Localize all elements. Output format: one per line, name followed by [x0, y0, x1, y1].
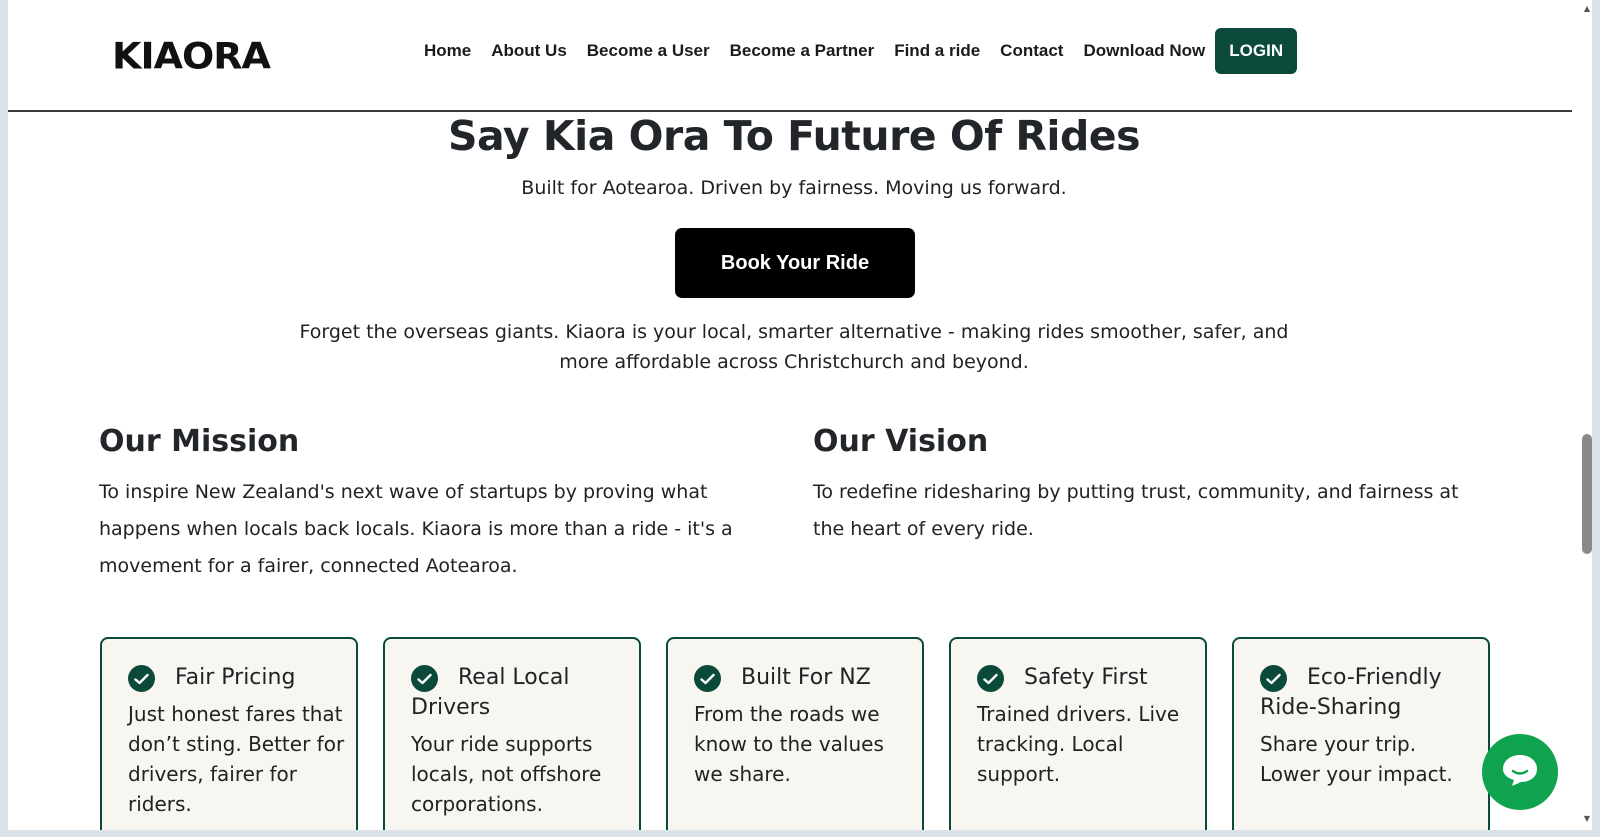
nav-become-partner[interactable]: Become a Partner: [730, 41, 875, 61]
window-bottom-edge: [0, 830, 1600, 837]
chat-button[interactable]: [1482, 734, 1558, 810]
hero-subtitle: Built for Aotearoa. Driven by fairness. …: [521, 177, 1067, 199]
chat-bubble-icon: [1500, 752, 1540, 792]
check-icon: [128, 665, 155, 692]
mission-text: To inspire New Zealand's next wave of st…: [99, 481, 733, 577]
feature-card-fair-pricing: Fair Pricing Just honest fares that don’…: [100, 637, 358, 830]
feature-title: Eco-Friendly Ride-Sharing: [1260, 665, 1442, 720]
feature-title: Real Local Drivers: [411, 665, 570, 720]
scroll-down-icon[interactable]: ▼: [1582, 814, 1592, 823]
feature-text: Trained drivers. Live tracking. Local su…: [977, 702, 1180, 786]
feature-text: Your ride supports locals, not offshore …: [411, 732, 602, 816]
hero-title: Say Kia Ora To Future Of Rides: [447, 112, 1141, 160]
scrollbar-thumb[interactable]: [1582, 434, 1592, 554]
feature-title: Fair Pricing: [175, 665, 296, 690]
feature-card-eco-friendly: Eco-Friendly Ride-Sharing Share your tri…: [1232, 637, 1490, 830]
login-button[interactable]: LOGIN: [1215, 28, 1298, 74]
hero-description: Forget the overseas giants. Kiaora is yo…: [299, 321, 1289, 373]
mission-title: Our Mission: [99, 424, 300, 459]
nav-contact[interactable]: Contact: [1000, 41, 1063, 61]
nav-about-us[interactable]: About Us: [491, 41, 567, 61]
feature-card-built-for-nz: Built For NZ From the roads we know to t…: [666, 637, 924, 830]
site-header: KIAORA Home About Us Become a User Becom…: [8, 0, 1572, 112]
nav-find-ride[interactable]: Find a ride: [894, 41, 980, 61]
vision-title: Our Vision: [813, 424, 989, 459]
feature-text: Share your trip. Lower your impact.: [1260, 732, 1453, 786]
page-frame: KIAORA Home About Us Become a User Becom…: [8, 0, 1572, 830]
check-icon: [694, 665, 721, 692]
feature-card-real-local-drivers: Real Local Drivers Your ride supports lo…: [383, 637, 641, 830]
main-nav: Home About Us Become a User Become a Par…: [424, 28, 1298, 74]
scrollbar-track[interactable]: [1572, 0, 1592, 830]
logo[interactable]: KIAORA: [112, 35, 271, 77]
vision-text: To redefine ridesharing by putting trust…: [813, 481, 1459, 540]
scroll-up-icon[interactable]: ▲: [1582, 4, 1592, 13]
feature-text: Just honest fares that don’t sting. Bett…: [128, 702, 345, 816]
book-ride-button[interactable]: Book Your Ride: [675, 228, 915, 298]
feature-title: Safety First: [1024, 665, 1148, 690]
nav-become-user[interactable]: Become a User: [587, 41, 710, 61]
nav-download-now[interactable]: Download Now: [1083, 41, 1205, 61]
feature-text: From the roads we know to the values we …: [694, 702, 884, 786]
feature-card-safety-first: Safety First Trained drivers. Live track…: [949, 637, 1207, 830]
nav-home[interactable]: Home: [424, 41, 471, 61]
check-icon: [977, 665, 1004, 692]
feature-title: Built For NZ: [741, 665, 871, 690]
